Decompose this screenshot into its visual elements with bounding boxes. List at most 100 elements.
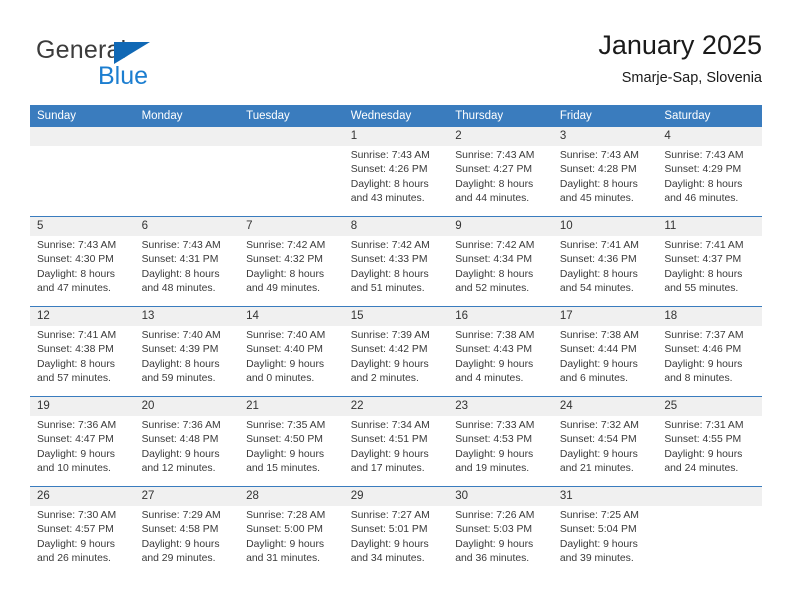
day-number: 26 <box>30 487 135 506</box>
day-details: Sunrise: 7:42 AM Sunset: 4:32 PM Daylight:… <box>239 236 344 297</box>
day-detail-line: Sunset: 4:34 PM <box>455 254 533 266</box>
day-details: Sunrise: 7:30 AM Sunset: 4:57 PM Daylight:… <box>30 506 135 567</box>
day-detail-line: Sunset: 5:01 PM <box>350 524 428 536</box>
day-details: Sunrise: 7:43 AM Sunset: 4:27 PM Daylight:… <box>448 146 553 207</box>
calendar-day-cell[interactable]: 9 Sunrise: 7:42 AM Sunset: 4:34 PM Daylight… <box>448 216 553 307</box>
weekday-header-thursday: Thursday <box>448 105 553 127</box>
day-detail-line: Sunset: 5:03 PM <box>455 524 533 536</box>
brand-name-top: General <box>36 36 127 64</box>
calendar-day-cell[interactable]: 29 Sunrise: 7:27 AM Sunset: 5:01 PM Dayligh… <box>343 486 449 576</box>
page-header: General Blue January 2025 Smarje-Sap, Sl… <box>30 28 762 98</box>
calendar-day-cell[interactable]: 1 Sunrise: 7:43 AM Sunset: 4:26 PM Daylight… <box>343 127 449 217</box>
day-detail-line: Sunset: 4:50 PM <box>246 434 323 446</box>
day-details: Sunrise: 7:43 AM Sunset: 4:28 PM Daylight:… <box>553 146 658 207</box>
day-detail-line: Sunrise: 7:43 AM <box>37 240 117 251</box>
calendar-day-cell[interactable]: 14 Sunrise: 7:40 AM Sunset: 4:40 PM Dayligh… <box>239 306 344 397</box>
calendar-day-cell[interactable]: 30 Sunrise: 7:26 AM Sunset: 5:03 PM Dayligh… <box>448 486 553 576</box>
calendar-day-cell[interactable]: 2 Sunrise: 7:43 AM Sunset: 4:27 PM Daylight… <box>448 127 553 217</box>
day-detail-line: Sunset: 4:42 PM <box>350 344 428 356</box>
day-details: Sunrise: 7:36 AM Sunset: 4:48 PM Daylight:… <box>135 416 240 477</box>
day-detail-line: Sunrise: 7:42 AM <box>455 240 535 251</box>
day-detail-line: Sunrise: 7:38 AM <box>455 330 535 341</box>
calendar-day-cell[interactable]: 11 Sunrise: 7:41 AM Sunset: 4:37 PM Dayligh… <box>657 216 762 307</box>
day-detail-line: Sunset: 4:40 PM <box>246 344 323 356</box>
day-detail-line: Daylight: 9 hours <box>559 358 638 370</box>
day-detail-line: and 24 minutes. <box>664 463 739 475</box>
day-details: Sunrise: 7:40 AM Sunset: 4:39 PM Daylight:… <box>135 326 240 387</box>
day-details: Sunrise: 7:37 AM Sunset: 4:46 PM Daylight:… <box>657 326 762 387</box>
day-details: Sunrise: 7:36 AM Sunset: 4:47 PM Daylight:… <box>30 416 135 477</box>
day-detail-line: and 55 minutes. <box>664 283 739 295</box>
day-detail-line: and 31 minutes. <box>246 553 321 565</box>
calendar-day-cell[interactable]: 7 Sunrise: 7:42 AM Sunset: 4:32 PM Daylight… <box>239 216 344 307</box>
day-detail-line: Sunrise: 7:41 AM <box>664 240 744 251</box>
calendar-day-cell[interactable]: 20 Sunrise: 7:36 AM Sunset: 4:48 PM Dayligh… <box>134 396 240 487</box>
day-details: Sunrise: 7:41 AM Sunset: 4:38 PM Daylight:… <box>30 326 135 387</box>
day-detail-line: Daylight: 8 hours <box>455 268 534 280</box>
day-detail-line: Daylight: 9 hours <box>246 448 325 460</box>
day-detail-line: Sunrise: 7:43 AM <box>141 240 221 251</box>
day-detail-line: Sunrise: 7:32 AM <box>559 420 639 431</box>
calendar-day-cell[interactable]: 6 Sunrise: 7:43 AM Sunset: 4:31 PM Daylight… <box>134 216 240 307</box>
calendar-day-cell[interactable]: 13 Sunrise: 7:40 AM Sunset: 4:39 PM Dayligh… <box>134 306 240 397</box>
calendar-day-cell[interactable]: 15 Sunrise: 7:39 AM Sunset: 4:42 PM Dayligh… <box>343 306 449 397</box>
day-detail-line: Daylight: 8 hours <box>141 268 220 280</box>
day-detail-line: and 4 minutes. <box>455 373 524 385</box>
calendar-day-cell[interactable]: 3 Sunrise: 7:43 AM Sunset: 4:28 PM Daylight… <box>552 127 658 217</box>
calendar-day-cell[interactable]: 18 Sunrise: 7:37 AM Sunset: 4:46 PM Dayligh… <box>657 306 762 397</box>
day-detail-line: Sunrise: 7:27 AM <box>350 510 430 521</box>
brand-logo[interactable]: General Blue <box>36 36 256 94</box>
day-number: 12 <box>30 307 135 326</box>
calendar-header-row: Sunday Monday Tuesday Wednesday Thursday Frid… <box>30 105 762 127</box>
calendar-day-cell[interactable]: 10 Sunrise: 7:41 AM Sunset: 4:36 PM Dayligh… <box>552 216 658 307</box>
calendar-day-cell[interactable]: 22 Sunrise: 7:34 AM Sunset: 4:51 PM Dayligh… <box>343 396 449 487</box>
day-details: Sunrise: 7:35 AM Sunset: 4:50 PM Daylight:… <box>239 416 344 477</box>
day-detail-line: Sunrise: 7:40 AM <box>141 330 221 341</box>
day-number: 19 <box>30 397 135 416</box>
calendar-day-cell[interactable]: 21 Sunrise: 7:35 AM Sunset: 4:50 PM Dayligh… <box>239 396 344 487</box>
day-detail-line: Sunrise: 7:28 AM <box>246 510 326 521</box>
day-number: 27 <box>134 487 240 506</box>
day-detail-line: Daylight: 8 hours <box>350 268 429 280</box>
calendar-day-cell[interactable]: 24 Sunrise: 7:32 AM Sunset: 4:54 PM Dayligh… <box>552 396 658 487</box>
day-detail-line: and 15 minutes. <box>246 463 321 475</box>
day-details: Sunrise: 7:31 AM Sunset: 4:55 PM Daylight:… <box>657 416 762 477</box>
day-detail-line: Sunrise: 7:33 AM <box>455 420 535 431</box>
day-details: Sunrise: 7:38 AM Sunset: 4:43 PM Daylight:… <box>448 326 553 387</box>
day-number: 31 <box>552 487 658 506</box>
day-detail-line: Sunrise: 7:25 AM <box>559 510 639 521</box>
day-detail-line: Sunrise: 7:43 AM <box>664 150 744 161</box>
calendar-day-cell[interactable]: 5 Sunrise: 7:43 AM Sunset: 4:30 PM Daylight… <box>30 216 135 307</box>
day-detail-line: and 43 minutes. <box>350 193 425 205</box>
day-detail-line: Daylight: 9 hours <box>559 538 638 550</box>
calendar-day-cell[interactable]: 16 Sunrise: 7:38 AM Sunset: 4:43 PM Dayligh… <box>448 306 553 397</box>
day-detail-line: and 47 minutes. <box>37 283 111 295</box>
calendar-day-cell[interactable]: 28 Sunrise: 7:28 AM Sunset: 5:00 PM Dayligh… <box>239 486 344 576</box>
day-detail-line: and 48 minutes. <box>141 283 216 295</box>
day-detail-line: and 8 minutes. <box>664 373 733 385</box>
day-detail-line: Daylight: 9 hours <box>350 358 429 370</box>
day-detail-line: and 6 minutes. <box>559 373 628 385</box>
calendar-day-cell[interactable]: 17 Sunrise: 7:38 AM Sunset: 4:44 PM Dayligh… <box>552 306 658 397</box>
calendar-day-cell[interactable]: 25 Sunrise: 7:31 AM Sunset: 4:55 PM Dayligh… <box>657 396 762 487</box>
day-detail-line: Sunset: 4:58 PM <box>141 524 219 536</box>
calendar-day-cell[interactable]: 12 Sunrise: 7:41 AM Sunset: 4:38 PM Dayligh… <box>30 306 135 397</box>
day-number: 3 <box>552 127 658 146</box>
day-number: 6 <box>134 217 240 236</box>
calendar-day-cell[interactable]: 27 Sunrise: 7:29 AM Sunset: 4:58 PM Dayligh… <box>134 486 240 576</box>
calendar-week-row: 5 Sunrise: 7:43 AM Sunset: 4:30 PM Daylight… <box>30 216 762 307</box>
weekday-header-friday: Friday <box>552 105 658 127</box>
day-number: 23 <box>448 397 553 416</box>
day-detail-line: Sunset: 4:51 PM <box>350 434 428 446</box>
calendar-day-cell[interactable]: 26 Sunrise: 7:30 AM Sunset: 4:57 PM Dayligh… <box>30 486 135 576</box>
calendar-day-cell[interactable]: 23 Sunrise: 7:33 AM Sunset: 4:53 PM Dayligh… <box>448 396 553 487</box>
day-detail-line: and 45 minutes. <box>559 193 634 205</box>
calendar-day-cell[interactable]: 4 Sunrise: 7:43 AM Sunset: 4:29 PM Daylight… <box>657 127 762 217</box>
calendar-day-cell[interactable]: 31 Sunrise: 7:25 AM Sunset: 5:04 PM Dayligh… <box>552 486 658 576</box>
day-detail-line: Sunrise: 7:43 AM <box>559 150 639 161</box>
calendar-day-cell[interactable]: 8 Sunrise: 7:42 AM Sunset: 4:33 PM Daylight… <box>343 216 449 307</box>
triangle-icon <box>114 42 150 64</box>
day-detail-line: Sunset: 4:37 PM <box>664 254 742 266</box>
day-detail-line: Sunrise: 7:39 AM <box>350 330 430 341</box>
calendar-day-cell[interactable]: 19 Sunrise: 7:36 AM Sunset: 4:47 PM Dayligh… <box>30 396 135 487</box>
